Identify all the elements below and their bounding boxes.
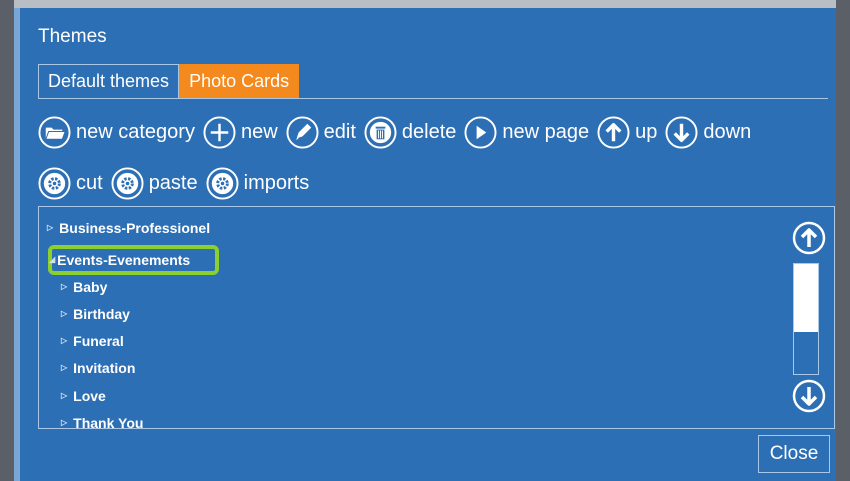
- gear-icon: [38, 167, 71, 200]
- tree-item-label: Invitation: [73, 360, 136, 376]
- expand-arrow-icon[interactable]: ▷: [61, 386, 67, 406]
- tab-bar: Default themes Photo Cards: [38, 64, 300, 99]
- dialog-title: Themes: [38, 26, 107, 47]
- tree-item-label: Funeral: [73, 333, 124, 349]
- cut-button[interactable]: cut: [38, 167, 103, 200]
- tree-item-birthday[interactable]: ▷ Birthday: [61, 304, 130, 324]
- tree-item-thank-you[interactable]: ▷ Thank You: [61, 413, 144, 429]
- trash-icon: [364, 116, 397, 149]
- tree-item-events-evenements[interactable]: ◢ Events-Evenements: [49, 250, 190, 270]
- scrollbar-thumb[interactable]: [794, 264, 818, 332]
- plus-icon: [203, 116, 236, 149]
- window-left-edge: [0, 0, 14, 481]
- scrollbar-track[interactable]: [793, 263, 819, 375]
- scroll-up-icon[interactable]: [792, 221, 826, 255]
- arrow-up-icon: [597, 116, 630, 149]
- new-page-label: new page: [502, 121, 590, 143]
- new-category-button[interactable]: new category: [38, 116, 195, 149]
- tree-item-label: Birthday: [73, 306, 130, 322]
- expand-arrow-icon[interactable]: ▷: [47, 218, 53, 238]
- delete-button[interactable]: delete: [364, 116, 457, 149]
- edit-label: edit: [323, 121, 356, 143]
- new-category-label: new category: [76, 121, 195, 143]
- edit-button[interactable]: edit: [286, 116, 356, 149]
- expand-arrow-icon[interactable]: ▷: [61, 358, 67, 378]
- expand-arrow-icon[interactable]: ▷: [61, 413, 67, 428]
- imports-button[interactable]: imports: [206, 167, 310, 200]
- tab-photo-cards[interactable]: Photo Cards: [179, 64, 300, 99]
- up-label: up: [635, 121, 658, 143]
- imports-label: imports: [243, 172, 310, 194]
- down-label: down: [703, 121, 752, 143]
- tree-item-business-professionel[interactable]: ▷ Business-Professionel: [47, 218, 210, 238]
- collapse-arrow-icon[interactable]: ◢: [49, 250, 55, 270]
- cut-label: cut: [76, 172, 103, 194]
- gear-icon: [206, 167, 239, 200]
- toolbar-row-1: new category new edit delete new page up…: [38, 116, 759, 149]
- new-button[interactable]: new: [203, 116, 278, 149]
- theme-tree: ▷ Business-Professionel ◢ Events-Evenement…: [38, 206, 835, 429]
- new-label: new: [240, 121, 278, 143]
- tab-default-themes[interactable]: Default themes: [38, 64, 180, 99]
- down-button[interactable]: down: [665, 116, 751, 149]
- arrow-down-icon: [665, 116, 698, 149]
- gear-icon: [111, 167, 144, 200]
- tree-item-label: Business-Professionel: [59, 220, 211, 236]
- tree-item-baby[interactable]: ▷ Baby: [61, 277, 107, 297]
- scroll-down-icon[interactable]: [792, 379, 826, 413]
- window-top-edge: [0, 0, 850, 8]
- new-page-button[interactable]: new page: [464, 116, 589, 149]
- up-button[interactable]: up: [597, 116, 657, 149]
- tree-item-invitation[interactable]: ▷ Invitation: [61, 358, 135, 378]
- folder-icon: [38, 116, 71, 149]
- play-icon: [464, 116, 497, 149]
- expand-arrow-icon[interactable]: ▷: [61, 331, 67, 351]
- paste-button[interactable]: paste: [111, 167, 198, 200]
- tree-item-label: Events-Evenements: [57, 252, 191, 268]
- themes-dialog: Themes Default themes Photo Cards new ca…: [14, 8, 836, 481]
- tree-item-label: Love: [73, 388, 106, 404]
- pencil-icon: [286, 116, 319, 149]
- expand-arrow-icon[interactable]: ▷: [61, 277, 67, 297]
- tree-item-label: Thank You: [73, 415, 144, 429]
- tab-divider: [38, 98, 828, 99]
- tree-item-label: Baby: [73, 279, 108, 295]
- tree-item-love[interactable]: ▷ Love: [61, 386, 106, 406]
- delete-label: delete: [401, 121, 457, 143]
- window-right-edge: [836, 0, 850, 481]
- toolbar-row-2: cut paste imports: [38, 167, 317, 200]
- expand-arrow-icon[interactable]: ▷: [61, 304, 67, 324]
- tree-item-funeral[interactable]: ▷ Funeral: [61, 331, 124, 351]
- paste-label: paste: [148, 172, 198, 194]
- close-button[interactable]: Close: [758, 435, 830, 473]
